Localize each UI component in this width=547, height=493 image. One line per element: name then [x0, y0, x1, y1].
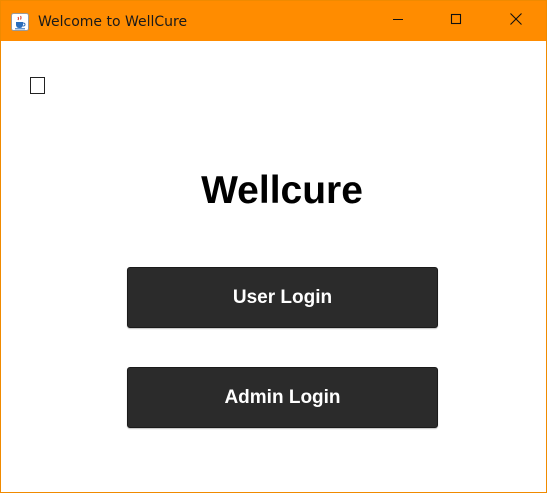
- app-window: Welcome to WellCure Wellcure User Login …: [0, 0, 547, 493]
- admin-login-button[interactable]: Admin Login: [127, 367, 438, 428]
- page-title: Wellcure: [201, 169, 363, 212]
- checkbox[interactable]: [30, 77, 45, 94]
- close-icon: [509, 12, 523, 31]
- minimize-icon: [392, 12, 404, 30]
- maximize-icon: [450, 12, 462, 30]
- user-login-button[interactable]: User Login: [127, 267, 438, 328]
- maximize-button[interactable]: [427, 1, 485, 41]
- title-bar[interactable]: Welcome to WellCure: [1, 1, 546, 41]
- java-cup-icon[interactable]: [11, 13, 29, 31]
- close-button[interactable]: [487, 1, 545, 41]
- window-title: Welcome to WellCure: [38, 14, 188, 30]
- minimize-button[interactable]: [369, 1, 427, 41]
- content-panel: Wellcure User Login Admin Login: [1, 41, 546, 492]
